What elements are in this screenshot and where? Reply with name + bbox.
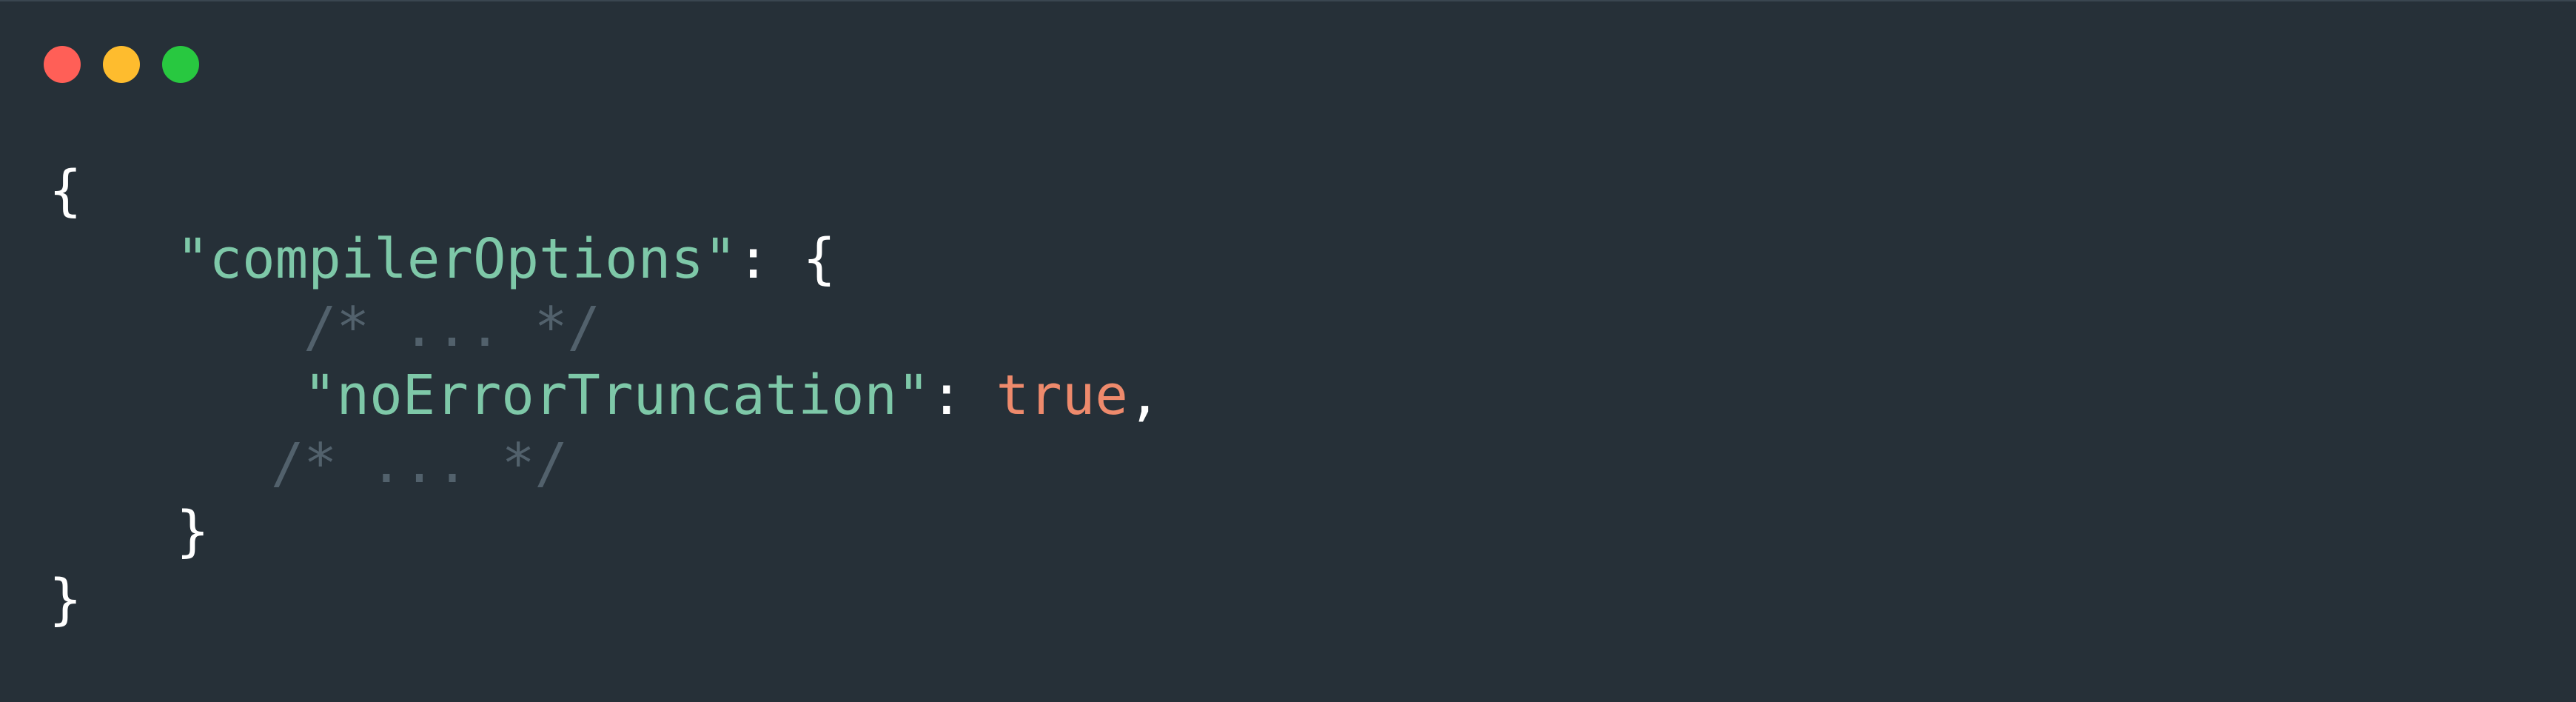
window-controls <box>44 46 199 83</box>
open-brace: { <box>802 227 836 291</box>
code-line-1: { <box>49 157 82 225</box>
open-brace: { <box>49 159 82 223</box>
minimize-window-button[interactable] <box>103 46 140 83</box>
comma: , <box>1127 364 1161 427</box>
close-brace: } <box>176 500 209 564</box>
close-brace: } <box>49 568 82 632</box>
code-comment: /* ... */ <box>271 432 568 495</box>
code-comment: /* ... */ <box>303 295 600 359</box>
code-line-3: /* ... */ <box>303 293 600 361</box>
maximize-window-button[interactable] <box>162 46 199 83</box>
colon: : <box>737 227 770 291</box>
code-window: { "compilerOptions": { /* ... */ "noErro… <box>0 0 2576 702</box>
json-key: "noErrorTruncation" <box>303 364 930 427</box>
json-key: "compilerOptions" <box>176 227 737 291</box>
code-line-7: } <box>49 566 82 634</box>
colon: : <box>930 364 964 427</box>
code-line-5: /* ... */ <box>271 429 568 498</box>
close-window-button[interactable] <box>44 46 81 83</box>
boolean-value: true <box>996 364 1128 427</box>
code-line-2: "compilerOptions": { <box>176 225 836 293</box>
code-line-6: } <box>176 498 209 566</box>
code-line-4: "noErrorTruncation": true, <box>303 361 1161 429</box>
